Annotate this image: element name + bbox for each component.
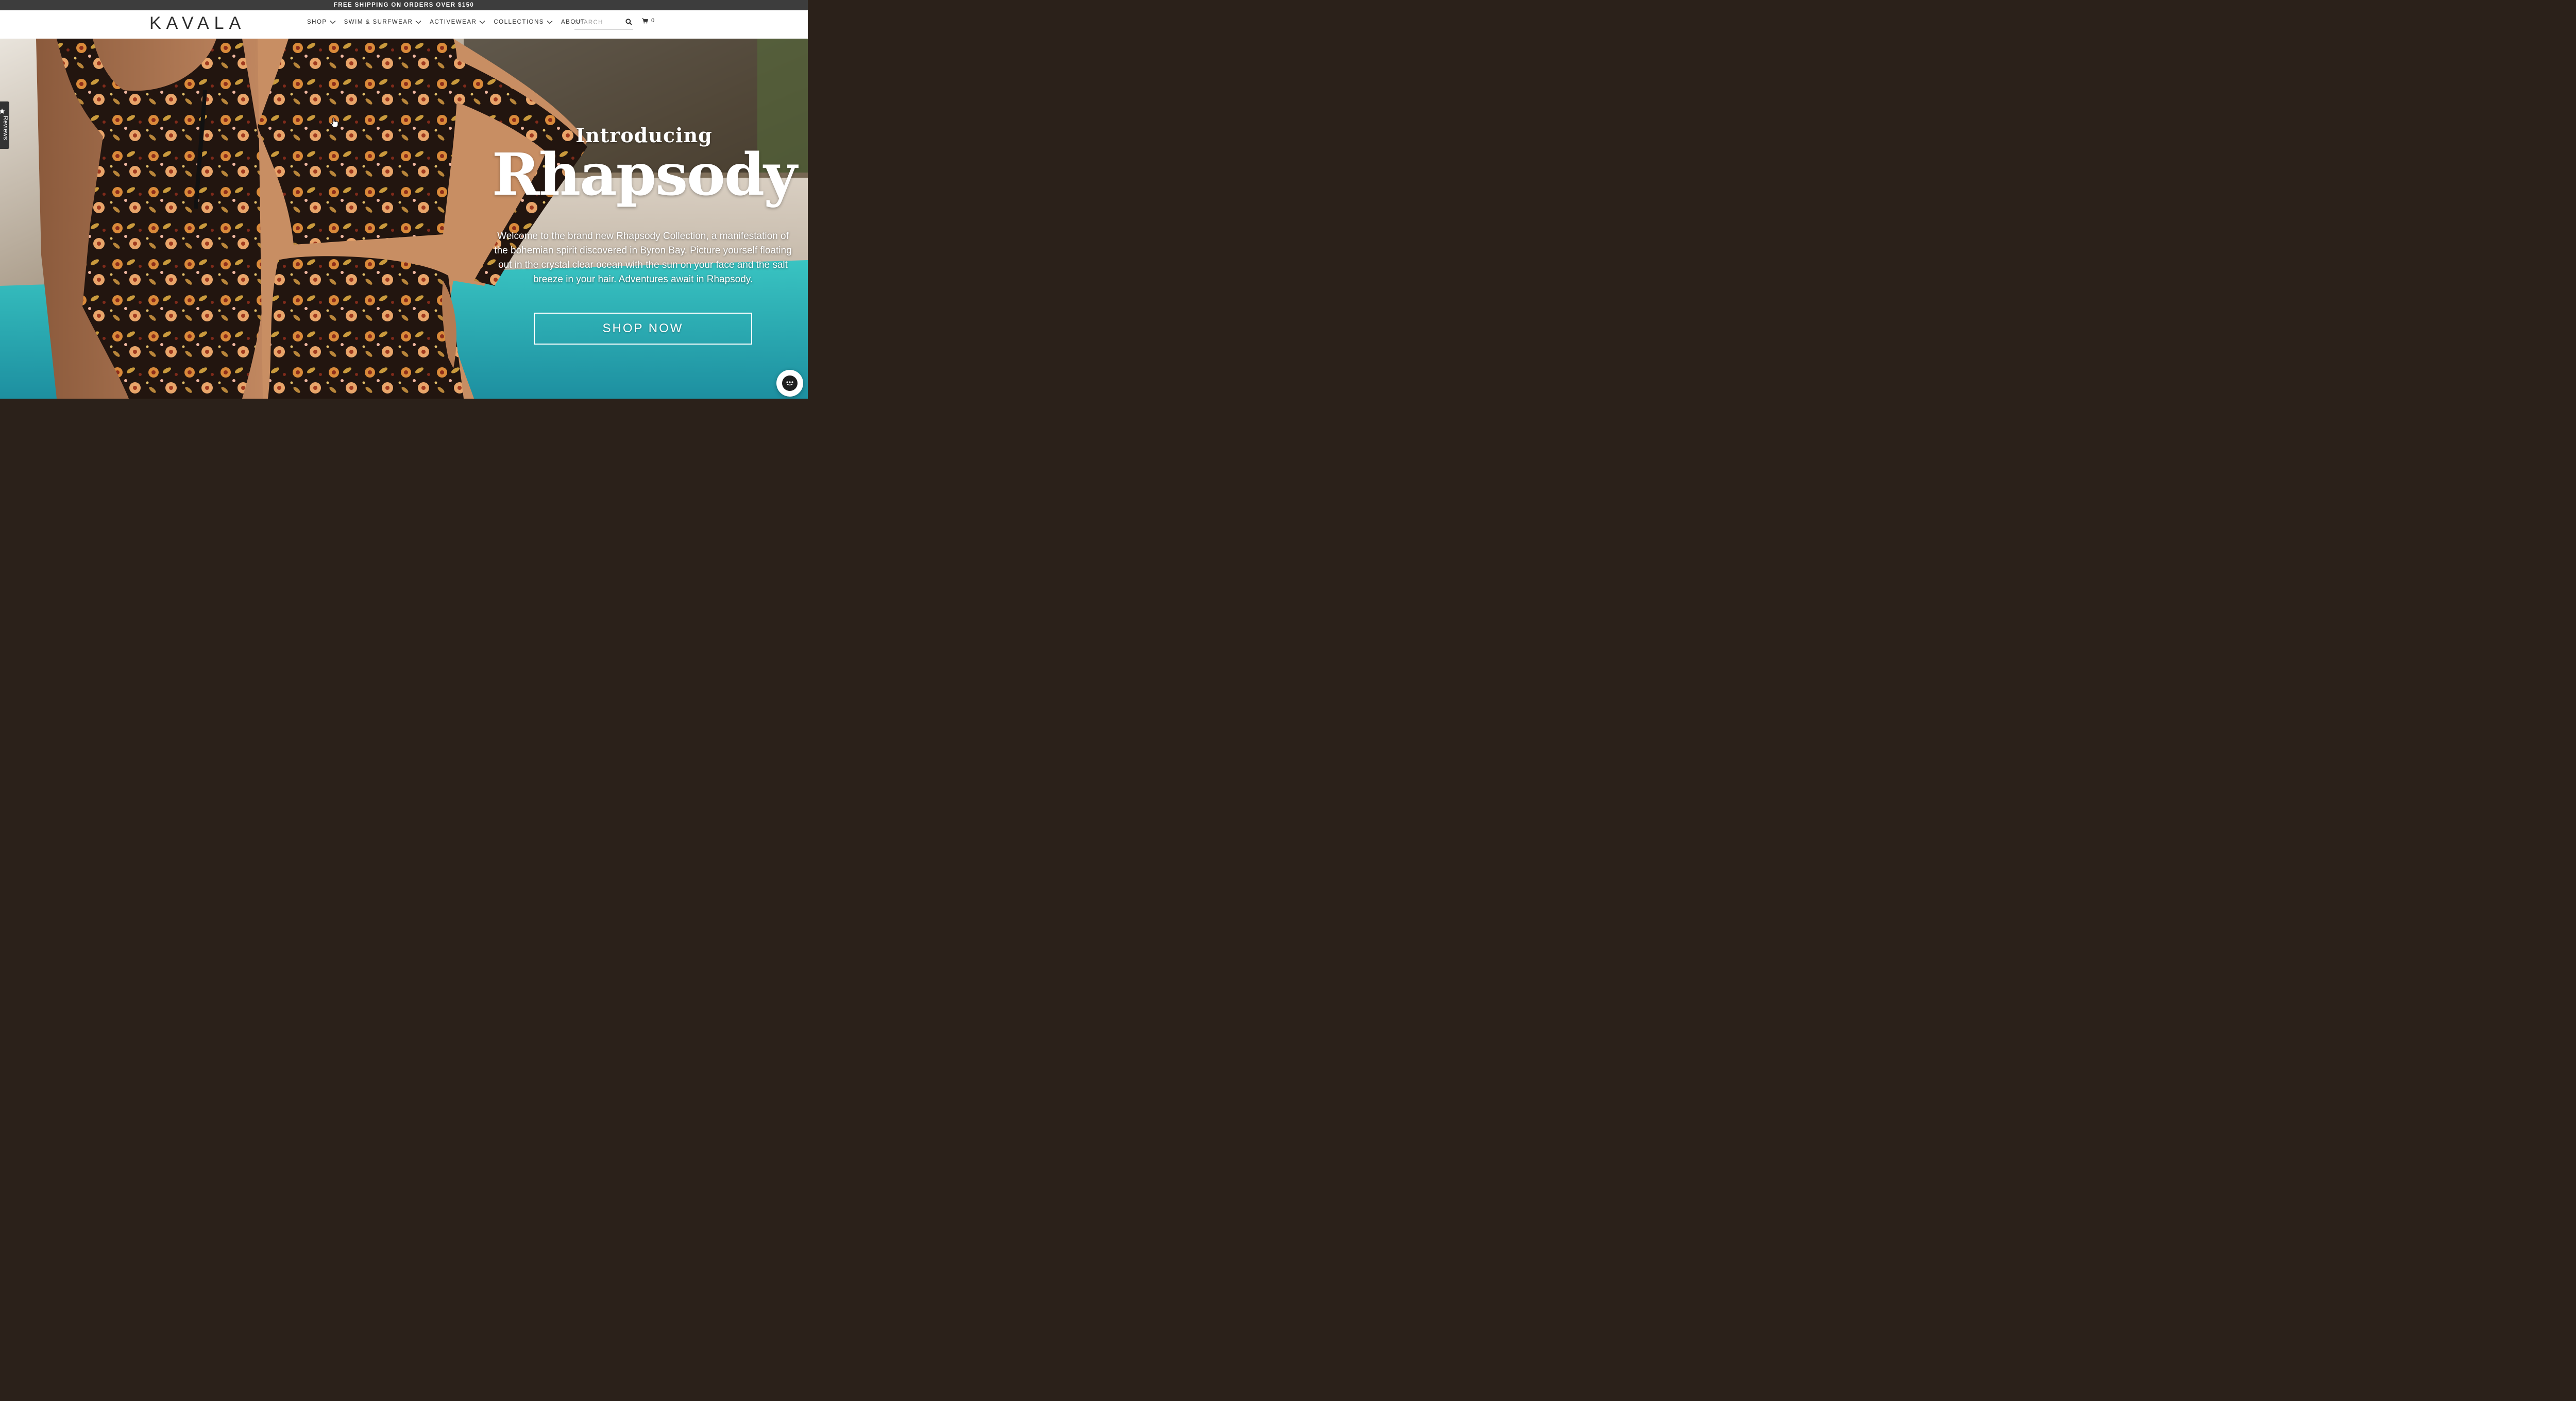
nav-item-label: COLLECTIONS [494, 19, 544, 25]
hero-image [0, 39, 808, 399]
nav-item-shop[interactable]: SHOP [307, 19, 336, 25]
hero-banner: Introducing Rhapsody Welcome to the bran… [0, 39, 808, 399]
cart-count: 0 [651, 18, 655, 24]
star-icon [0, 108, 5, 114]
cart-icon [642, 18, 648, 23]
chevron-down-icon [415, 21, 421, 24]
hero-description: Welcome to the brand new Rhapsody Collec… [494, 231, 792, 285]
reviews-tab[interactable]: Reviews [0, 101, 9, 149]
announcement-text: FREE SHIPPING ON ORDERS OVER $150 [333, 2, 474, 8]
chat-icon [782, 375, 798, 391]
chevron-down-icon [547, 21, 553, 24]
chevron-down-icon [479, 21, 485, 24]
nav-item-swim-surfwear[interactable]: SWIM & SURFWEAR [344, 19, 422, 25]
nav-item-collections[interactable]: COLLECTIONS [494, 19, 553, 25]
nav-item-label: ACTIVEWEAR [430, 19, 477, 25]
hand-cursor-icon [330, 117, 338, 128]
hero-headline: Rhapsody [492, 141, 798, 209]
chevron-down-icon [330, 21, 336, 24]
main-nav: SHOP SWIM & SURFWEAR ACTIVEWEAR COLLECTI… [307, 18, 594, 26]
site-header: KAVALA SHOP SWIM & SURFWEAR ACTIVEWEAR C… [0, 10, 808, 39]
logo[interactable]: KAVALA [149, 14, 246, 32]
nav-item-activewear[interactable]: ACTIVEWEAR [430, 19, 485, 25]
search-input[interactable] [574, 18, 624, 28]
shop-now-button[interactable]: SHOP NOW [534, 313, 752, 345]
nav-item-label: SWIM & SURFWEAR [344, 19, 413, 25]
search-box [574, 16, 633, 29]
cart-button[interactable]: 0 [642, 18, 655, 24]
chat-button[interactable] [776, 370, 803, 397]
page: FREE SHIPPING ON ORDERS OVER $150 KAVALA… [0, 0, 808, 399]
nav-item-label: SHOP [307, 19, 327, 25]
reviews-label: Reviews [2, 116, 8, 140]
search-icon[interactable] [625, 19, 632, 25]
announcement-bar: FREE SHIPPING ON ORDERS OVER $150 [0, 0, 808, 10]
